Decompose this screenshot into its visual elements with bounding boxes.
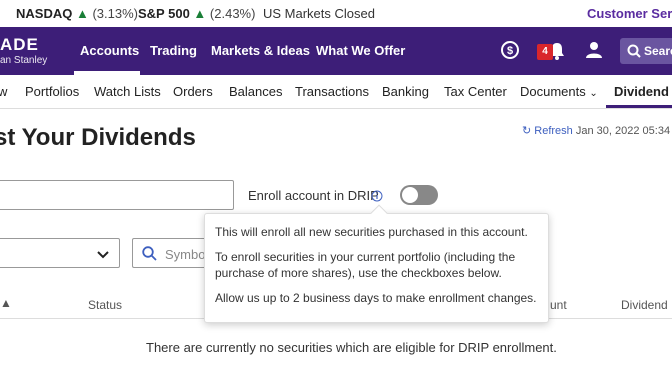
sort-arrow-icon[interactable]: ▲ (0, 296, 12, 310)
subnav-documents-label: Documents (520, 84, 586, 99)
search-icon (142, 246, 157, 266)
customer-service-link[interactable]: Customer Servi (587, 6, 672, 21)
nav-trading[interactable]: Trading (150, 43, 197, 58)
brand-logo-subtitle: an Stanley (0, 55, 48, 66)
top-navigation: ADE an Stanley Accounts Trading Markets … (0, 27, 672, 75)
symbol-search-placeholder: Symbo (165, 247, 206, 262)
search-label: Searc (644, 44, 672, 58)
tooltip-line-3: Allow us up to 2 business days to make e… (215, 291, 537, 305)
nav-markets-ideas[interactable]: Markets & Ideas (211, 43, 310, 58)
page-title: st Your Dividends (0, 124, 196, 151)
subnav-banking[interactable]: Banking (382, 84, 429, 99)
toggle-knob (402, 187, 418, 203)
market-status: US Markets Closed (263, 6, 375, 21)
subnav-tax-center[interactable]: Tax Center (444, 84, 507, 99)
drip-info-tooltip: This will enroll all new securities purc… (204, 204, 549, 323)
transfer-money-icon[interactable]: $ (500, 40, 520, 65)
tooltip-arrow (370, 204, 388, 222)
info-icon[interactable] (371, 189, 383, 207)
drip-enroll-toggle[interactable] (400, 185, 438, 205)
chevron-down-icon: ⌄ (589, 88, 598, 99)
nav-what-we-offer[interactable]: What We Offer (316, 43, 405, 58)
enroll-drip-label: Enroll account in DRIP (248, 188, 379, 203)
subnav-overview[interactable]: w (0, 84, 7, 99)
column-status[interactable]: Status (88, 298, 122, 312)
svg-text:$: $ (507, 45, 513, 57)
nav-accounts[interactable]: Accounts (80, 43, 139, 58)
subnav-portfolios[interactable]: Portfolios (25, 84, 79, 99)
nasdaq-ticker: NASDAQ ▲ (3.13%) (16, 6, 138, 21)
column-dividend[interactable]: Dividend (621, 298, 668, 312)
tooltip-line-2: To enroll securities in your current por… (215, 250, 516, 280)
up-arrow-icon: ▲ (75, 6, 89, 21)
sp500-change: (2.43%) (209, 6, 256, 21)
market-ticker-bar: NASDAQ ▲ (3.13%) S&P 500 ▲ (2.43%) US Ma… (0, 0, 672, 27)
subnav-documents[interactable]: Documents ⌄ (520, 84, 598, 99)
refresh-icon: ↻ (522, 125, 532, 137)
column-amount[interactable]: unt (550, 298, 567, 312)
refresh-link[interactable]: ↻ Refresh (522, 125, 576, 137)
subnav-dividend-reinvestment[interactable]: Dividend R (614, 84, 672, 99)
filter-select[interactable] (0, 238, 120, 268)
account-selector-input[interactable] (0, 180, 234, 210)
subnav-balances[interactable]: Balances (229, 84, 282, 99)
empty-message: There are currently no securities which … (146, 340, 557, 355)
refresh-timestamp: Jan 30, 2022 05:34 (575, 125, 671, 137)
brand-logo[interactable]: ADE (0, 35, 39, 55)
nasdaq-change: (3.13%) (92, 6, 138, 21)
subnav-orders[interactable]: Orders (173, 84, 213, 99)
account-subnav: w Portfolios Watch Lists Orders Balances… (0, 75, 672, 109)
tooltip-line-1: This will enroll all new securities purc… (215, 225, 528, 239)
sp500-ticker: S&P 500 ▲ (2.43%) (138, 6, 255, 21)
subnav-transactions[interactable]: Transactions (295, 84, 369, 99)
chevron-down-icon (97, 247, 109, 265)
search-icon (627, 44, 641, 63)
sp500-symbol: S&P 500 (138, 6, 190, 21)
up-arrow-icon: ▲ (193, 6, 207, 21)
active-subnav-indicator (606, 105, 672, 108)
notification-badge: 4 (537, 44, 553, 60)
subnav-watch-lists[interactable]: Watch Lists (94, 84, 161, 99)
refresh-label: Refresh (534, 125, 573, 137)
global-search-button[interactable]: Searc (620, 38, 672, 64)
user-profile-icon[interactable] (585, 41, 603, 64)
refresh-area: ↻ Refresh Jan 30, 2022 05:34 (522, 124, 670, 137)
nasdaq-symbol: NASDAQ (16, 6, 73, 21)
